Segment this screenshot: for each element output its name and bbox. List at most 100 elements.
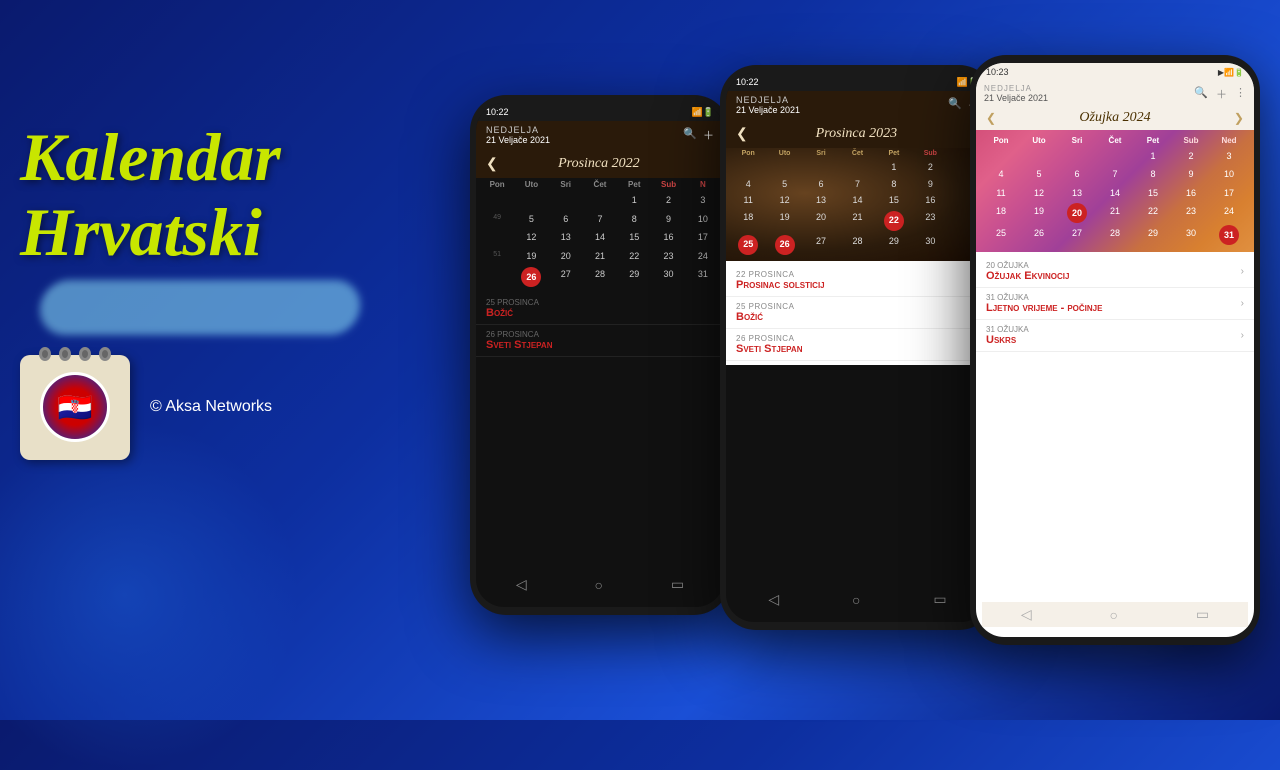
phone-1-nav-bar: ◁ ○ ▭ [482,572,718,597]
ph2-d-e2 [766,159,802,176]
ph3-d-5: 5 [1020,165,1058,183]
ph2-d-19: 19 [766,209,802,233]
ph1-event-2-date: 26 PROSINCA [486,330,714,339]
phone-3-header: Nedjelja 21 Veljače 2021 🔍 ＋ ⋮ [976,81,1254,106]
ph1-d-2: 2 [651,191,685,210]
ph3-d-e3 [1058,147,1096,165]
ph2-d-21: 21 [839,209,875,233]
ph3-d-4: 4 [982,165,1020,183]
ring-1 [39,347,51,361]
app-icon: 🇭🇷 [20,355,130,460]
ph3-d-11: 11 [982,184,1020,202]
phone-2-month-title: Prosinca 2023 [816,126,898,142]
phone-2-calendar: Pon Uto Sri Čet Pet Sub 1 2 [726,148,989,261]
ph3-d-e2 [1020,147,1058,165]
phone-3-menu-icon[interactable]: ⋮ [1235,86,1246,102]
phone-3-time: 10:23 [986,67,1009,77]
phone-2-back-btn[interactable]: ◁ [768,591,779,608]
phone-2-recent-btn[interactable]: ▭ [933,591,946,608]
ph3-event-3-left: 31 OŽUJKA Uskrs [986,325,1029,346]
ph1-week-2: 49 5 6 7 8 9 10 [480,210,720,229]
ring-4 [99,347,111,361]
ph2-d-28: 28 [839,233,875,257]
ph2-d-11: 11 [730,192,766,209]
phone-3-status-icons: ▶📶🔋 [1218,68,1244,77]
phone-1-add-icon[interactable]: ＋ [703,127,714,143]
phone-2-home-btn[interactable]: ○ [852,592,860,608]
ph2-week-4: 18 19 20 21 22 23 [726,209,989,233]
phone-1-header: Nedjelja 21 Veljače 2021 🔍 ＋ [476,121,724,149]
ph2-d-e1 [730,159,766,176]
ph1-d-5: 5 [514,210,548,229]
phone-1: 10:22 📶🔋 Nedjelja 21 Veljače 2021 🔍 ＋ ❮ … [470,95,730,615]
ph2-hdr-uto: Uto [766,148,802,159]
ph3-week-1: 1 2 3 [980,147,1250,165]
ph2-week-1: 1 2 [726,159,989,176]
left-section: Kalendar Hrvatski 🇭🇷 © Aksa Networks [20,120,420,460]
ph1-event-1-name: Božić [486,307,714,319]
phone-3-recent-btn[interactable]: ▭ [1196,606,1209,623]
phone-3-month-title: Ožujka 2024 [1079,110,1150,126]
phone-3-home-btn[interactable]: ○ [1110,607,1118,623]
phone-3-header-icons: 🔍 ＋ ⋮ [1194,86,1246,102]
ph2-d-23: 23 [912,209,948,233]
ph1-event-2: 26 PROSINCA Sveti Stjepan [476,325,724,357]
ph3-event-2: 31 OŽUJKA Ljetno vrijeme - počinje › [976,288,1254,320]
ph3-hdr-pon: Pon [982,134,1020,147]
ph3-event-2-arrow[interactable]: › [1241,298,1244,309]
ph2-event-2-date: 25 PROSINCA [736,302,979,311]
ph3-d-9: 9 [1172,165,1210,183]
ph1-d-15: 15 [617,228,651,247]
ph3-week-2: 4 5 6 7 8 9 10 [980,165,1250,183]
ph3-d-20-cell: 20 [1058,202,1096,224]
ph2-d-2: 2 [912,159,948,176]
phone-2-prev-month[interactable]: ❮ [736,125,748,142]
title-line1: Kalendar [20,119,281,195]
ph2-today-26: 26 [775,235,795,255]
ph1-d-14: 14 [583,228,617,247]
phone-1-back-btn[interactable]: ◁ [516,576,527,593]
ph3-today-31: 31 [1219,225,1239,245]
ph2-d-16: 16 [912,192,948,209]
ph2-d-22-cell: 22 [876,209,912,233]
phone-3-header-date: 21 Veljače 2021 [984,93,1048,103]
ph1-d-30: 30 [651,265,685,289]
ph2-event-3: 26 PROSINCA Sveti Stjepan [726,329,989,361]
ph3-d-19: 19 [1020,202,1058,224]
ph3-d-30: 30 [1172,224,1210,246]
phone-3-header-day: Nedjelja [984,84,1048,93]
ph3-event-3-arrow[interactable]: › [1241,330,1244,341]
ph2-d-29: 29 [876,233,912,257]
ph3-d-6: 6 [1058,165,1096,183]
phone-1-home-btn[interactable]: ○ [595,577,603,593]
ph3-hdr-sri: Sri [1058,134,1096,147]
phone-3-prev-month[interactable]: ❮ [986,111,996,125]
ph3-event-1-arrow[interactable]: › [1241,266,1244,277]
ph1-week-5: 26 27 28 29 30 31 [480,265,720,289]
ph1-d-24: 24 [686,247,720,266]
phone-1-day-headers: Pon Uto Sri Čet Pet Sub N [480,178,720,191]
phone-1-screen: 10:22 📶🔋 Nedjelja 21 Veljače 2021 🔍 ＋ ❮ … [476,103,724,607]
ph2-d-7: 7 [839,176,875,193]
ph3-d-25: 25 [982,224,1020,246]
ph1-d-26-cell: 26 [514,265,548,289]
phone-3-back-btn[interactable]: ◁ [1021,606,1032,623]
phone-3-search-icon[interactable]: 🔍 [1194,86,1208,102]
phone-3-add-icon[interactable]: ＋ [1216,86,1227,102]
phone-3-next-month[interactable]: ❯ [1234,111,1244,125]
phone-2-search-icon[interactable]: 🔍 [948,97,962,113]
ph2-d-4: 4 [730,176,766,193]
ph1-d-21: 21 [583,247,617,266]
ph3-d-1: 1 [1134,147,1172,165]
phone-2-calendar-bg: Pon Uto Sri Čet Pet Sub 1 2 [726,148,989,261]
phone-1-recent-btn[interactable]: ▭ [671,576,684,593]
ph2-hdr-sub: Sub [912,148,948,159]
phone-3-header-left: Nedjelja 21 Veljače 2021 [984,84,1048,103]
ph1-d-19: 19 [514,247,548,266]
ph1-d-31: 31 [686,265,720,289]
phone-1-search-icon[interactable]: 🔍 [683,127,697,143]
ph2-d-e3 [803,159,839,176]
phone-1-prev-month[interactable]: ❮ [486,155,498,172]
ph3-d-29: 29 [1134,224,1172,246]
phone-3-month-nav: ❮ Ožujka 2024 ❯ [976,106,1254,130]
